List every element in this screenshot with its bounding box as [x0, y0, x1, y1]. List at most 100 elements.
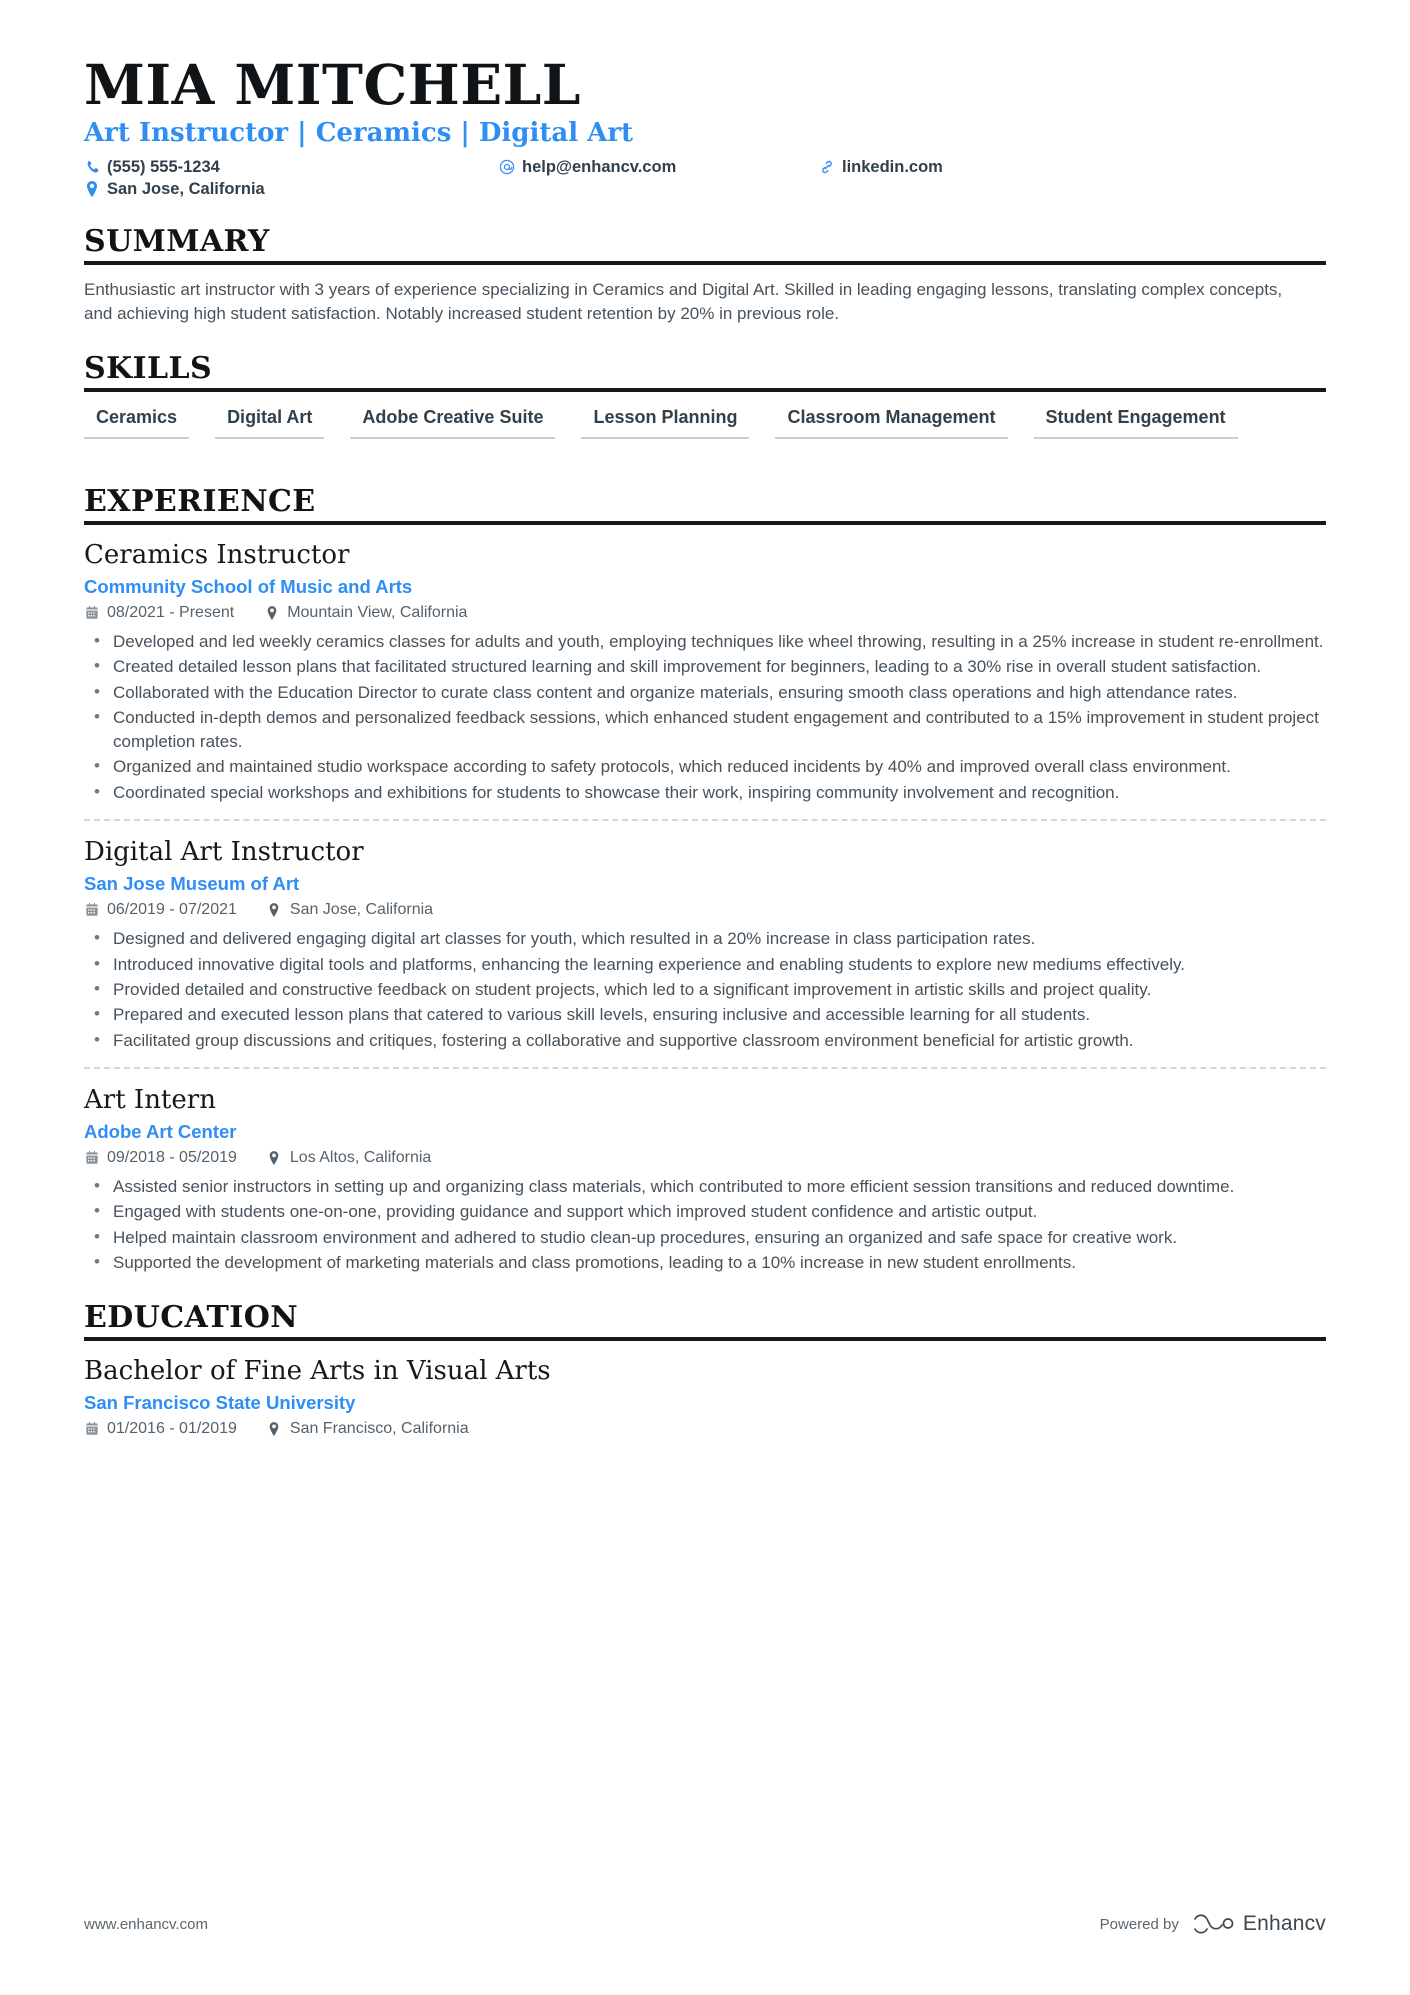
job-title: Digital Art Instructor	[84, 837, 364, 868]
section-experience: EXPERIENCE Ceramics Instructor Community…	[84, 485, 1326, 1275]
experience-entry: Ceramics Instructor Community School of …	[84, 538, 1326, 805]
job-meta: 08/2021 - Present Mountain View, Califor…	[84, 604, 1326, 622]
school-name[interactable]: San Francisco State University	[84, 1391, 1326, 1414]
skill-tag: Student Engagement	[1033, 405, 1238, 440]
job-title: Ceramics Instructor	[84, 539, 350, 570]
contact-email[interactable]: help@enhancv.com	[499, 158, 819, 177]
bullet-item: Introduced innovative digital tools and …	[84, 952, 1324, 977]
bullet-item: Organized and maintained studio workspac…	[84, 754, 1324, 779]
experience-entry: Art Intern Adobe Art Center 09/2018 - 05…	[84, 1066, 1326, 1276]
contact-linkedin-text: linkedin.com	[842, 157, 943, 176]
enhancv-logo: Enhancv	[1192, 1911, 1326, 1937]
candidate-name: MIA MITCHELL	[84, 52, 581, 117]
bullet-item: Conducted in-depth demos and personalize…	[84, 705, 1324, 755]
link-icon	[819, 159, 835, 175]
footer-website[interactable]: www.enhancv.com	[84, 1916, 208, 1933]
bullet-item: Helped maintain classroom environment an…	[84, 1225, 1324, 1250]
job-location-text: Los Altos, California	[289, 1149, 432, 1167]
bullet-item: Developed and led weekly ceramics classe…	[84, 629, 1324, 654]
job-bullets: Designed and delivered engaging digital …	[84, 926, 1326, 1053]
bullet-item: Coordinated special workshops and exhibi…	[84, 780, 1324, 805]
resume-page: MIA MITCHELL Art Instructor | Ceramics |…	[0, 0, 1410, 1995]
job-dates-text: 09/2018 - 05/2019	[107, 1149, 237, 1167]
section-skills: SKILLS Ceramics Digital Art Adobe Creati…	[84, 352, 1326, 459]
job-location: Mountain View, California	[264, 604, 467, 622]
bullet-item: Engaged with students one-on-one, provid…	[84, 1199, 1324, 1224]
skill-tag: Lesson Planning	[581, 405, 750, 440]
education-location: San Francisco, California	[267, 1420, 469, 1438]
contact-phone[interactable]: (555) 555-1234	[84, 158, 499, 177]
resume-header: MIA MITCHELL Art Instructor | Ceramics |…	[84, 56, 1326, 199]
contact-row: San Jose, California	[84, 180, 1326, 199]
education-dates-text: 01/2016 - 01/2019	[107, 1420, 237, 1438]
contact-linkedin[interactable]: linkedin.com	[819, 158, 943, 177]
calendar-icon	[84, 1151, 99, 1166]
education-heading: EDUCATION	[84, 1301, 1326, 1341]
phone-icon	[84, 159, 100, 175]
section-education: EDUCATION Bachelor of Fine Arts in Visua…	[84, 1301, 1326, 1438]
candidate-headline: Art Instructor | Ceramics | Digital Art	[84, 117, 634, 148]
degree-title: Bachelor of Fine Arts in Visual Arts	[84, 1355, 551, 1386]
education-meta: 01/2016 - 01/2019 San Francisco, Califor…	[84, 1420, 1326, 1438]
job-organization[interactable]: Community School of Music and Arts	[84, 575, 1326, 598]
bullet-item: Created detailed lesson plans that facil…	[84, 654, 1324, 679]
summary-heading: SUMMARY	[84, 225, 1326, 265]
job-location-text: Mountain View, California	[287, 603, 468, 621]
powered-by-label: Powered by	[1099, 1915, 1179, 1933]
job-dates: 06/2019 - 07/2021	[84, 901, 237, 919]
location-icon	[267, 903, 282, 918]
summary-text: Enthusiastic art instructor with 3 years…	[84, 279, 1283, 323]
contact-phone-text: (555) 555-1234	[107, 157, 220, 176]
job-organization[interactable]: San Jose Museum of Art	[84, 872, 1326, 895]
job-location: San Jose, California	[267, 901, 433, 919]
skill-tag: Classroom Management	[775, 405, 1008, 440]
job-bullets: Assisted senior instructors in setting u…	[84, 1174, 1326, 1275]
contact-email-text: help@enhancv.com	[522, 157, 677, 176]
section-summary: SUMMARY Enthusiastic art instructor with…	[84, 225, 1326, 327]
education-dates: 01/2016 - 01/2019	[84, 1420, 237, 1438]
calendar-icon	[84, 1422, 99, 1437]
bullet-item: Collaborated with the Education Director…	[84, 680, 1324, 705]
job-dates: 08/2021 - Present	[84, 604, 234, 622]
job-dates: 09/2018 - 05/2019	[84, 1149, 237, 1167]
page-footer: www.enhancv.com Powered by Enhancv	[84, 1911, 1326, 1937]
skill-tag: Ceramics	[84, 405, 190, 440]
location-icon	[267, 1422, 282, 1437]
contact-location: San Jose, California	[84, 180, 499, 199]
skill-tag: Digital Art	[215, 405, 325, 440]
calendar-icon	[84, 903, 99, 918]
job-bullets: Developed and led weekly ceramics classe…	[84, 629, 1326, 805]
education-entry: Bachelor of Fine Arts in Visual Arts San…	[84, 1354, 1326, 1438]
bullet-item: Provided detailed and constructive feedb…	[84, 977, 1324, 1002]
job-location: Los Altos, California	[267, 1149, 431, 1167]
job-dates-text: 06/2019 - 07/2021	[107, 901, 237, 919]
bullet-item: Supported the development of marketing m…	[84, 1250, 1324, 1275]
skill-tag: Adobe Creative Suite	[350, 405, 556, 440]
location-icon	[267, 1151, 282, 1166]
job-dates-text: 08/2021 - Present	[107, 603, 235, 621]
contact-location-text: San Jose, California	[107, 179, 265, 198]
bullet-item: Prepared and executed lesson plans that …	[84, 1002, 1324, 1027]
experience-heading: EXPERIENCE	[84, 485, 1326, 525]
enhancv-wordmark: Enhancv	[1242, 1912, 1326, 1935]
footer-branding: Powered by Enhancv	[1100, 1911, 1326, 1937]
contact-row: (555) 555-1234 help@enhancv.com linkedin…	[84, 158, 1326, 177]
education-location-text: San Francisco, California	[289, 1420, 469, 1438]
calendar-icon	[84, 605, 99, 620]
skills-list: Ceramics Digital Art Adobe Creative Suit…	[84, 405, 1326, 459]
bullet-item: Designed and delivered engaging digital …	[84, 926, 1324, 951]
location-icon	[84, 181, 100, 198]
job-organization[interactable]: Adobe Art Center	[84, 1120, 1326, 1143]
bullet-item: Assisted senior instructors in setting u…	[84, 1174, 1324, 1199]
email-icon	[499, 159, 515, 175]
experience-entry: Digital Art Instructor San Jose Museum o…	[84, 819, 1326, 1053]
bullet-item: Facilitated group discussions and critiq…	[84, 1028, 1324, 1053]
job-meta: 09/2018 - 05/2019 Los Altos, California	[84, 1149, 1326, 1167]
job-location-text: San Jose, California	[289, 901, 434, 919]
contact-info: (555) 555-1234 help@enhancv.com linkedin…	[84, 158, 1326, 199]
job-meta: 06/2019 - 07/2021 San Jose, California	[84, 901, 1326, 919]
enhancv-mark-icon	[1194, 1914, 1234, 1934]
location-icon	[264, 605, 279, 620]
skills-heading: SKILLS	[84, 352, 1326, 393]
job-title: Art Intern	[84, 1084, 216, 1115]
